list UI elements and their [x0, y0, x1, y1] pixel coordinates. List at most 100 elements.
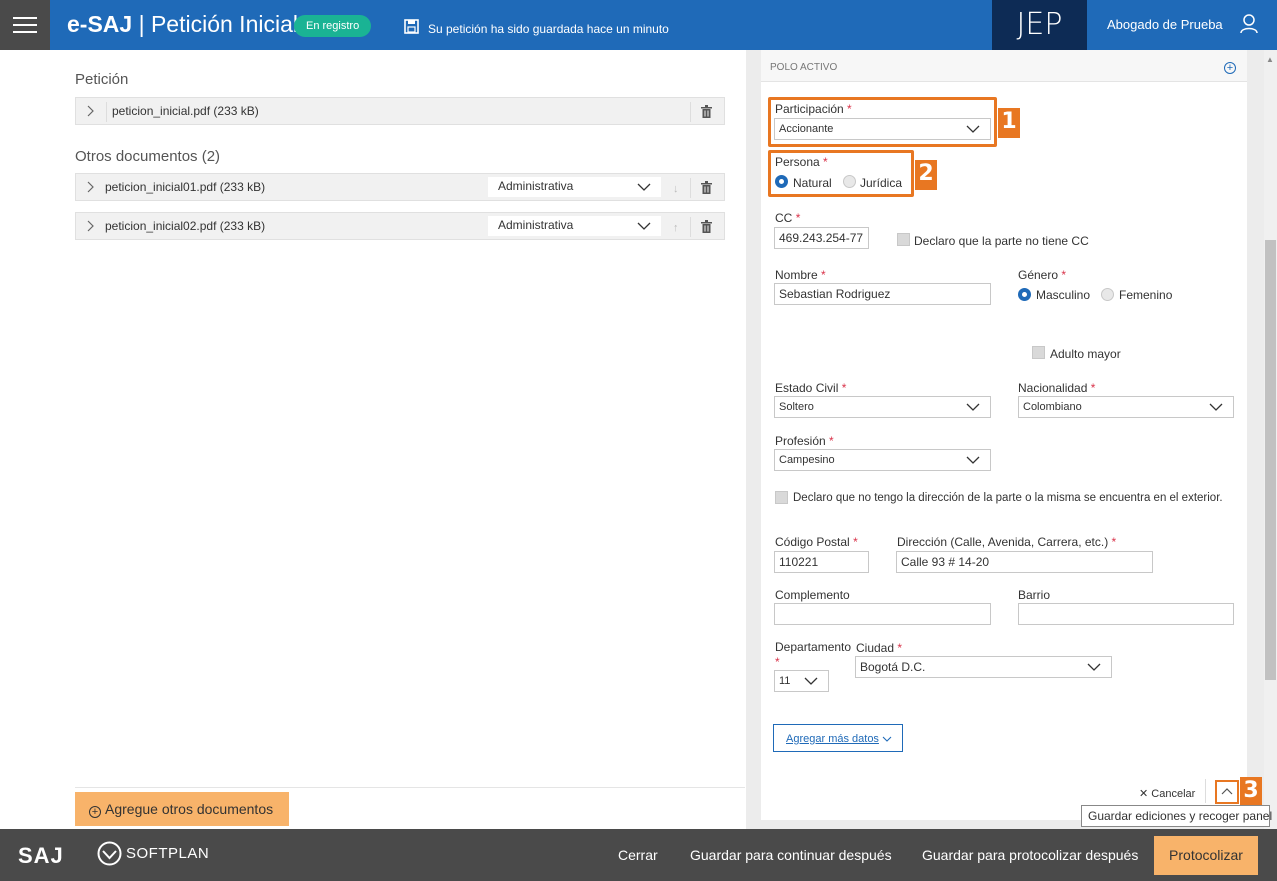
- document-type-select[interactable]: Administrativa: [488, 216, 661, 236]
- direccion-input[interactable]: Calle 93 # 14-20: [896, 551, 1153, 573]
- callout-number-3: 3: [1240, 777, 1262, 807]
- save-status-text: Su petición ha sido guardada hace un min…: [428, 22, 669, 36]
- peticion-file-row[interactable]: peticion_inicial.pdf (233 kB): [75, 97, 725, 125]
- cancel-label: Cancelar: [1151, 788, 1196, 800]
- scrollbar-thumb[interactable]: [1265, 240, 1276, 680]
- file-name: peticion_inicial.pdf (233 kB): [112, 104, 259, 118]
- chevron-right-icon[interactable]: [85, 220, 95, 232]
- required-mark: *: [841, 381, 847, 395]
- add-documents-label: Agregue otros documentos: [105, 801, 274, 817]
- persona-juridica-label[interactable]: Jurídica: [860, 176, 902, 190]
- participacion-select[interactable]: Accionante: [774, 118, 991, 140]
- adulto-mayor-checkbox[interactable]: [1032, 346, 1045, 359]
- close-button[interactable]: Cerrar: [618, 847, 658, 863]
- estado-civil-select[interactable]: Soltero: [774, 396, 991, 418]
- cancel-link[interactable]: ✕ Cancelar: [1139, 787, 1195, 800]
- collapse-panel-button[interactable]: [1215, 780, 1239, 804]
- no-direccion-checkbox[interactable]: [775, 491, 788, 504]
- adulto-mayor-label[interactable]: Adulto mayor: [1050, 347, 1121, 361]
- chevron-down-icon: [804, 677, 818, 685]
- barrio-input[interactable]: [1018, 603, 1234, 625]
- saj-logo: SAJ: [18, 843, 64, 868]
- label-text: Persona: [775, 155, 820, 169]
- plus-circle-icon: +: [89, 806, 101, 818]
- panel-title: POLO ACTIVO: [770, 62, 838, 73]
- ciudad-select[interactable]: Bogotá D.C.: [855, 656, 1112, 678]
- label-text: CC: [775, 211, 793, 225]
- label-text: Profesión: [775, 434, 826, 448]
- scroll-up-icon[interactable]: ▲: [1266, 55, 1274, 64]
- move-down-icon[interactable]: ↓: [673, 183, 679, 195]
- otros-documentos-title: Otros documentos (2): [75, 148, 221, 165]
- nacionalidad-select[interactable]: Colombiano: [1018, 396, 1234, 418]
- label-text: Género: [1018, 268, 1059, 282]
- document-row[interactable]: peticion_inicial02.pdf (233 kB) Administ…: [75, 212, 725, 240]
- codigo-postal-input[interactable]: 110221: [774, 551, 869, 573]
- departamento-label: Departamento: [775, 640, 852, 654]
- persona-natural-label[interactable]: Natural: [793, 176, 832, 190]
- add-more-data-label: Agregar más datos: [786, 733, 879, 745]
- peticion-section-title: Petición: [75, 71, 129, 88]
- label-text: Estado Civil: [775, 381, 839, 395]
- label-text: Nacionalidad: [1018, 381, 1088, 395]
- label-text: Dirección (Calle, Avenida, Carrera, etc.…: [897, 535, 1109, 549]
- protocolizar-button[interactable]: Protocolizar: [1154, 836, 1258, 875]
- softplan-logo-icon: [97, 841, 122, 866]
- trash-icon[interactable]: [701, 220, 712, 233]
- genero-label: Género *: [1018, 268, 1066, 282]
- floppy-disk-icon: [404, 19, 419, 34]
- document-type-value: Administrativa: [498, 179, 574, 193]
- brand-name: e-SAJ: [67, 11, 133, 37]
- trash-icon[interactable]: [701, 105, 712, 118]
- participacion-label: Participación *: [775, 102, 852, 116]
- add-documents-button[interactable]: + Agregue otros documentos: [75, 792, 289, 826]
- profesion-label: Profesión *: [775, 434, 834, 448]
- ciudad-value: Bogotá D.C.: [860, 660, 926, 674]
- tooltip: Guardar ediciones y recoger panel: [1081, 805, 1272, 827]
- ciudad-label: Ciudad *: [856, 641, 902, 655]
- divider: [75, 787, 745, 788]
- participacion-value: Accionante: [779, 123, 834, 135]
- hamburger-menu-button[interactable]: [0, 0, 50, 50]
- cc-input[interactable]: 469.243.254-77: [774, 227, 869, 249]
- required-mark: *: [897, 641, 903, 655]
- profesion-select[interactable]: Campesino: [774, 449, 991, 471]
- label-text: Participación: [775, 102, 844, 116]
- org-logo: JEP: [992, 0, 1087, 50]
- genero-masculino-label[interactable]: Masculino: [1036, 288, 1090, 302]
- trash-icon[interactable]: [701, 181, 712, 194]
- persona-juridica-radio[interactable]: [843, 175, 856, 188]
- chevron-down-icon: [637, 183, 651, 191]
- no-cc-checkbox[interactable]: [897, 233, 910, 246]
- nombre-label: Nombre *: [775, 268, 826, 282]
- user-name[interactable]: Abogado de Prueba: [1107, 17, 1223, 32]
- user-icon[interactable]: [1240, 14, 1258, 34]
- save-continue-later-button[interactable]: Guardar para continuar después: [690, 847, 892, 863]
- required-mark: *: [821, 268, 826, 282]
- label-text: Nombre: [775, 268, 818, 282]
- label-text: Ciudad: [856, 641, 895, 655]
- document-row[interactable]: peticion_inicial01.pdf (233 kB) Administ…: [75, 173, 725, 201]
- nombre-input[interactable]: Sebastian Rodriguez: [774, 283, 991, 305]
- chevron-down-icon: [966, 125, 980, 133]
- add-more-data-button[interactable]: Agregar más datos: [773, 724, 903, 752]
- departamento-select[interactable]: 11: [774, 670, 829, 692]
- chevron-right-icon[interactable]: [85, 105, 95, 117]
- no-cc-label[interactable]: Declaro que la parte no tiene CC: [914, 234, 1089, 248]
- close-icon: ✕: [1139, 788, 1149, 800]
- genero-masculino-radio[interactable]: [1018, 288, 1031, 301]
- document-type-select[interactable]: Administrativa: [488, 177, 661, 197]
- chevron-right-icon[interactable]: [85, 181, 95, 193]
- no-direccion-label[interactable]: Declaro que no tengo la dirección de la …: [793, 492, 1223, 504]
- chevron-down-icon: [1209, 403, 1223, 411]
- persona-natural-radio[interactable]: [775, 175, 788, 188]
- genero-femenino-radio[interactable]: [1101, 288, 1114, 301]
- plus-circle-icon[interactable]: +: [1224, 62, 1236, 74]
- chevron-down-icon: [882, 736, 892, 742]
- complemento-input[interactable]: [774, 603, 991, 625]
- move-up-icon[interactable]: ↑: [673, 222, 679, 234]
- save-protocol-later-button[interactable]: Guardar para protocolizar después: [922, 847, 1138, 863]
- file-name: peticion_inicial01.pdf (233 kB): [105, 180, 266, 194]
- estado-civil-label: Estado Civil *: [775, 381, 846, 395]
- genero-femenino-label[interactable]: Femenino: [1119, 288, 1172, 302]
